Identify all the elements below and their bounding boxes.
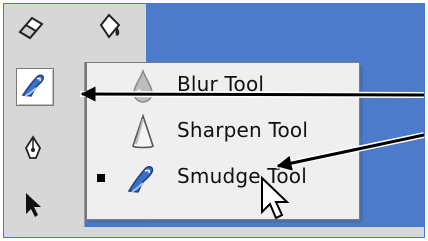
- annotation-overlay: [79, 86, 425, 220]
- mouse-cursor-icon: [261, 175, 290, 220]
